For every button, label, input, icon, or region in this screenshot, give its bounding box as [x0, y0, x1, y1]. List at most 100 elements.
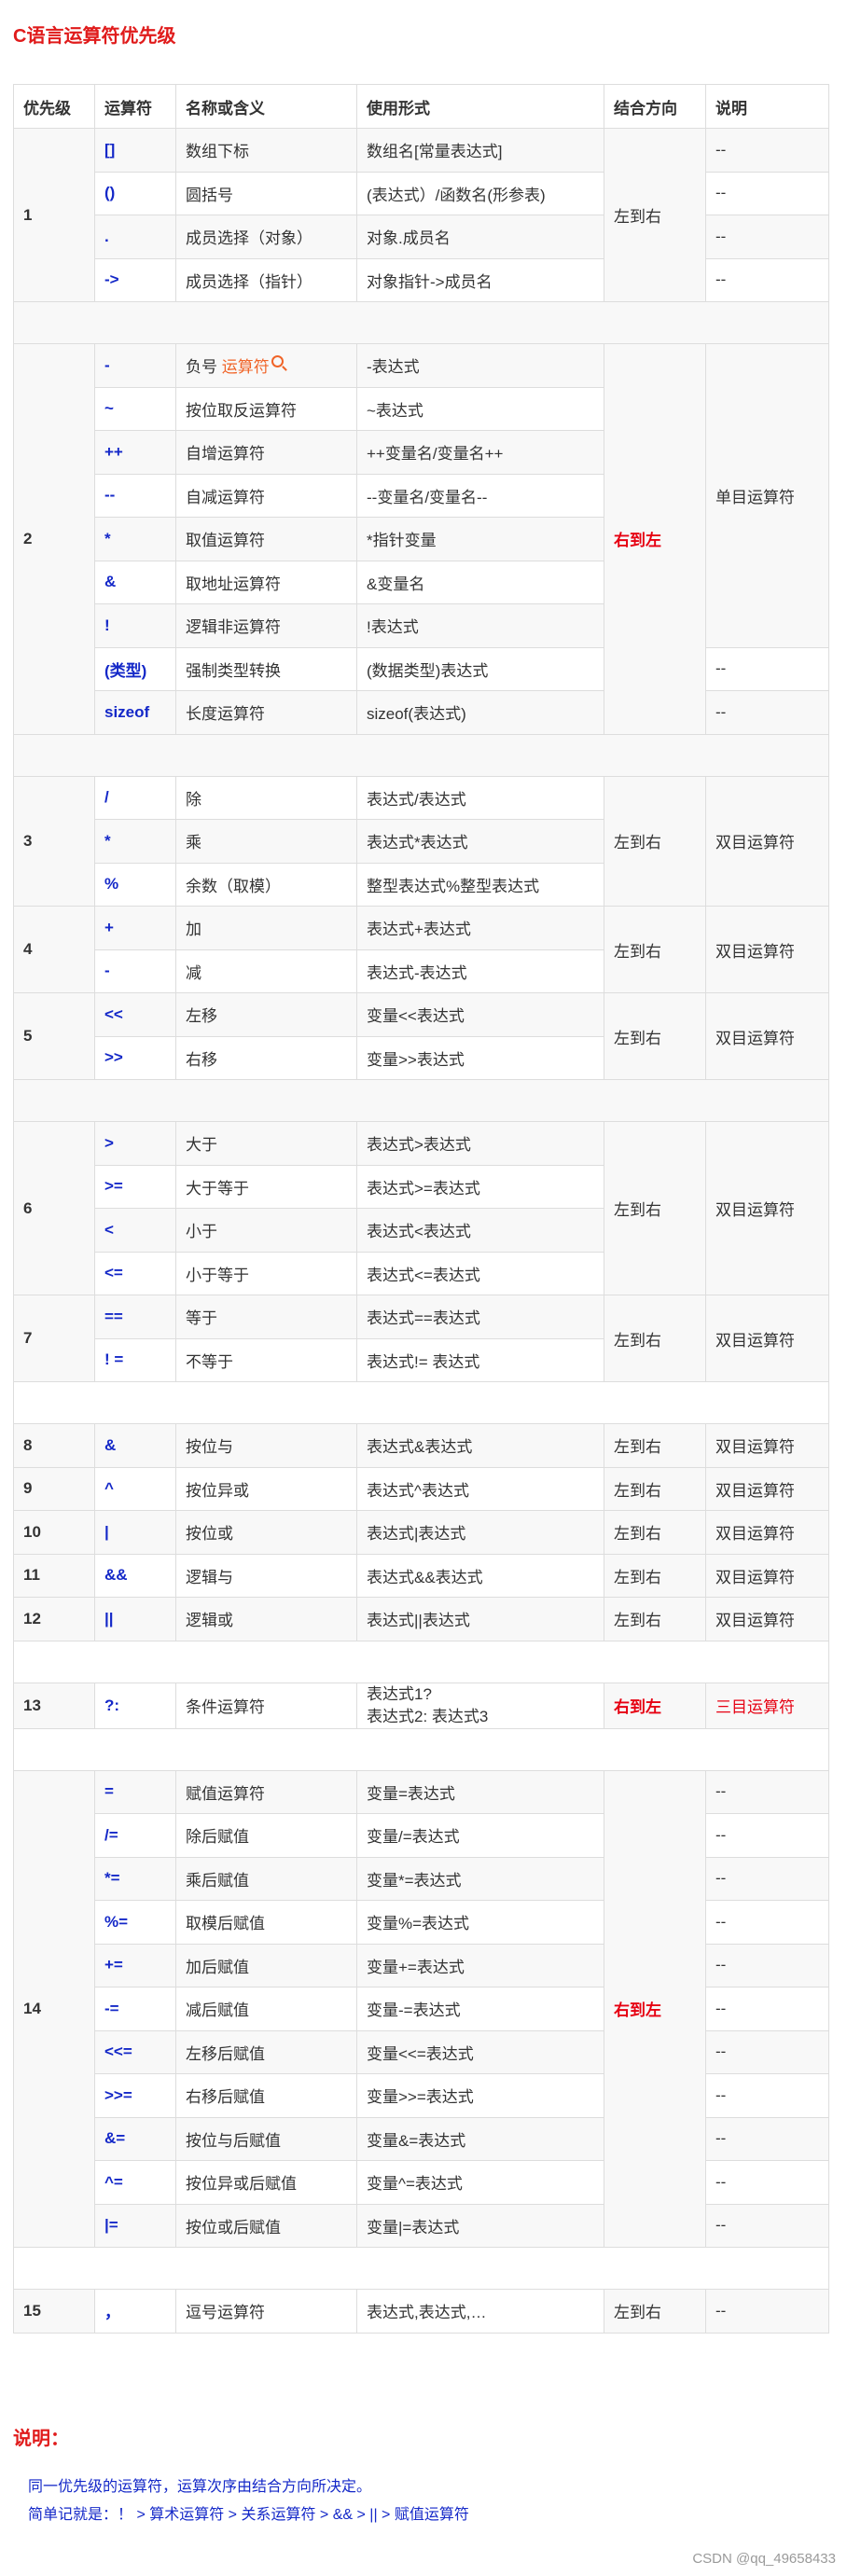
- operator-cell: /=: [94, 1813, 176, 1858]
- name-text: 右移: [186, 1050, 217, 1069]
- operator-cell: =: [94, 1769, 176, 1814]
- name-text: 按位取反运算符: [186, 401, 297, 420]
- usage-cell: !表达式: [356, 603, 604, 648]
- priority-cell: 14: [13, 1769, 95, 2248]
- header-usage: 使用形式: [356, 84, 604, 129]
- description-cell: --: [705, 2289, 829, 2334]
- name-cell: 按位异或后赋值: [175, 2160, 357, 2205]
- associativity-cell: 左到右: [604, 1121, 706, 1295]
- usage-cell: 变量|=表达式: [356, 2203, 604, 2248]
- usage-cell: 表达式&&表达式: [356, 1553, 604, 1598]
- usage-cell: 表达式-表达式: [356, 949, 604, 993]
- priority-cell: 13: [13, 1682, 95, 1729]
- description-cell: --: [705, 128, 829, 173]
- usage-cell: 表达式&表达式: [356, 1423, 604, 1468]
- name-text: 乘后赋值: [186, 1871, 249, 1890]
- name-text: 取值运算符: [186, 532, 265, 550]
- operator-cell: >=: [94, 1164, 176, 1209]
- associativity-cell: 左到右: [604, 1553, 706, 1598]
- priority-cell: 12: [13, 1597, 95, 1641]
- name-text: 取地址运算符: [186, 575, 281, 593]
- name-cell: 成员选择（对象）: [175, 215, 357, 259]
- operator-cell: <<=: [94, 2029, 176, 2074]
- associativity-cell: 左到右: [604, 906, 706, 993]
- description-cell: --: [705, 1856, 829, 1901]
- associativity-cell: 左到右: [604, 128, 706, 302]
- name-text: 左移后赋值: [186, 2044, 265, 2063]
- table-row: 15， 逗号运算符 表达式,表达式,… 左到右 --: [13, 2289, 829, 2334]
- priority-cell: 5: [13, 992, 95, 1080]
- search-icon[interactable]: [271, 355, 284, 368]
- operator-cell: ==: [94, 1295, 176, 1339]
- name-cell: 成员选择（指针）: [175, 257, 357, 302]
- usage-cell: 表达式>表达式: [356, 1121, 604, 1166]
- spacer-cell: [13, 1079, 829, 1122]
- name-cell: 乘后赋值: [175, 1856, 357, 1901]
- name-cell: 乘: [175, 819, 357, 864]
- name-cell: 逗号运算符: [175, 2289, 357, 2334]
- table-row: 3/ 除 表达式/表达式 左到右 双目运算符: [13, 775, 829, 907]
- description-cell: --: [705, 2073, 829, 2118]
- priority-cell: 11: [13, 1553, 95, 1598]
- header-name: 名称或含义: [175, 84, 357, 129]
- priority-cell: 8: [13, 1423, 95, 1468]
- name-cell: 左移后赋值: [175, 2029, 357, 2074]
- spacer-row: [13, 1727, 829, 1771]
- usage-cell: 变量+=表达式: [356, 1943, 604, 1987]
- priority-cell: 10: [13, 1510, 95, 1555]
- name-text: 小于: [186, 1223, 217, 1241]
- usage-cell: 表达式<=表达式: [356, 1251, 604, 1295]
- operator-cell: *: [94, 819, 176, 864]
- notes-title: 说明：: [13, 2429, 69, 2449]
- associativity-cell: 左到右: [604, 775, 706, 907]
- usage-cell: 变量>>=表达式: [356, 2073, 604, 2118]
- name-cell: 右移后赋值: [175, 2073, 357, 2118]
- name-text: 按位或: [186, 1525, 233, 1544]
- priority-cell: 7: [13, 1295, 95, 1382]
- operator-cell: (类型): [94, 646, 176, 691]
- associativity-cell: 左到右: [604, 992, 706, 1080]
- table-header-row: 优先级 运算符 名称或含义 使用形式 结合方向 说明: [13, 84, 829, 129]
- name-cell: 逻辑或: [175, 1597, 357, 1641]
- note-line: 简单记就是：！ > 算术运算符 > 关系运算符 > && > || > 赋值运算…: [28, 2507, 469, 2523]
- description-cell: 双目运算符: [705, 775, 829, 907]
- table-row: -= 减后赋值 变量-=表达式 --: [14, 1987, 829, 2031]
- operator-cell: -=: [94, 1987, 176, 2031]
- name-cell: 按位异或: [175, 1466, 357, 1511]
- keyword-link[interactable]: 运算符: [222, 358, 270, 376]
- description-cell: --: [705, 215, 829, 259]
- spacer-row: [13, 301, 829, 344]
- name-cell: 右移: [175, 1035, 357, 1080]
- associativity-cell: 左到右: [604, 1295, 706, 1382]
- table-row: -> 成员选择（指针） 对象指针->成员名 --: [14, 257, 829, 302]
- operator-cell: ?:: [94, 1682, 176, 1729]
- usage-line: 表达式2: 表达式3: [367, 1707, 489, 1725]
- associativity-cell: 右到左: [604, 343, 706, 735]
- name-text: 加后赋值: [186, 1958, 249, 1976]
- description-cell: --: [705, 257, 829, 302]
- table-row: 13?: 条件运算符 表达式1? 表达式2: 表达式3 右到左 三目运算符: [13, 1682, 829, 1729]
- name-cell: 余数（取模）: [175, 862, 357, 907]
- operator-cell: &: [94, 560, 176, 604]
- associativity-cell: 左到右: [604, 1423, 706, 1468]
- operator-cell: *: [94, 517, 176, 561]
- name-text: 按位与后赋值: [186, 2131, 281, 2150]
- name-text: 等于: [186, 1309, 217, 1328]
- name-text: 右移后赋值: [186, 2088, 265, 2107]
- name-cell: 按位或: [175, 1510, 357, 1555]
- spacer-row: [13, 1079, 829, 1122]
- description-cell: 三目运算符: [705, 1682, 829, 1729]
- table-row: |= 按位或后赋值 变量|=表达式 --: [14, 2203, 829, 2248]
- spacer-cell: [13, 733, 829, 777]
- table-row: . 成员选择（对象） 对象.成员名 --: [14, 215, 829, 259]
- name-cell: 自增运算符: [175, 430, 357, 475]
- table-row: ^= 按位异或后赋值 变量^=表达式 --: [14, 2160, 829, 2205]
- name-text: 强制类型转换: [186, 661, 281, 680]
- table-row: >>= 右移后赋值 变量>>=表达式 --: [14, 2073, 829, 2118]
- usage-cell: 表达式!= 表达式: [356, 1337, 604, 1382]
- name-cell: 按位取反运算符: [175, 386, 357, 431]
- table-row: 9 ^ 按位异或 表达式^表达式 左到右 双目运算符: [13, 1466, 829, 1511]
- spacer-row: [13, 1640, 829, 1683]
- description-cell: 双目运算符: [705, 1121, 829, 1295]
- table-row: () 圆括号 (表达式）/函数名(形参表) --: [14, 171, 829, 215]
